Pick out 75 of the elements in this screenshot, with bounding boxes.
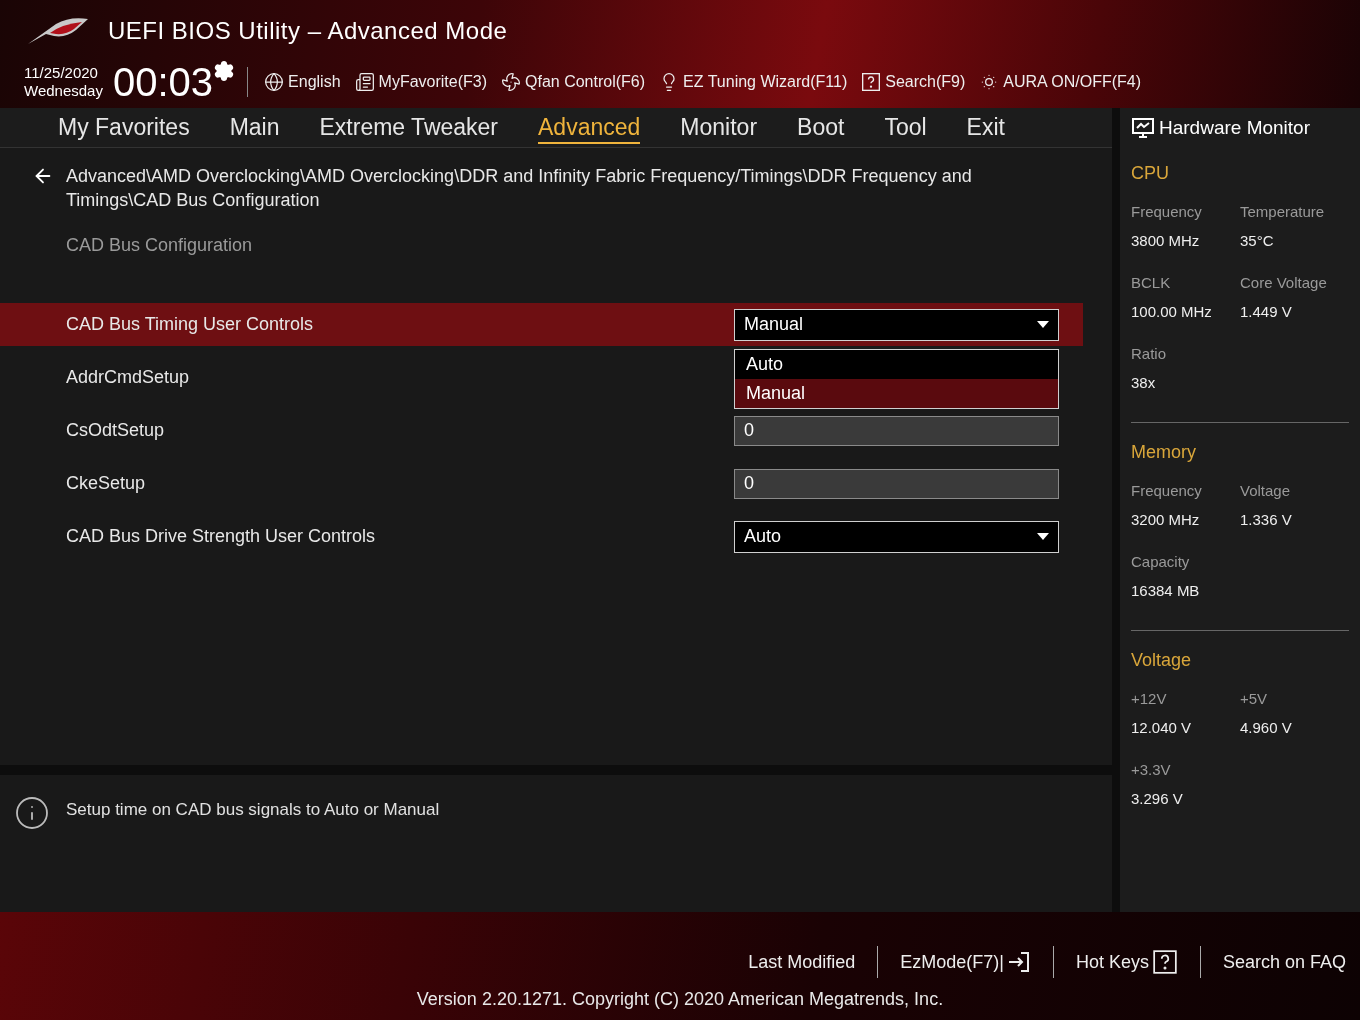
toolbar-button[interactable]: Qfan Control(F6) <box>501 70 646 94</box>
list-icon <box>354 72 375 92</box>
help-icon <box>861 72 882 92</box>
footer-link[interactable]: Search on FAQ <box>1222 948 1346 976</box>
toolbar-button[interactable]: English <box>264 70 341 94</box>
version-text: Version 2.20.1271. Copyright (C) 2020 American Megatrends, Inc. <box>416 988 944 1011</box>
date-text: 11/25/2020 <box>24 64 99 82</box>
footer-link[interactable]: EzMode(F7)| <box>900 948 1031 976</box>
metric-label: Core Voltage <box>1240 273 1328 293</box>
footer-link[interactable]: Last Modified <box>748 948 856 976</box>
breadcrumb: Advanced\AMD Overclocking\AMD Overclocking\DDR and Infinity Fabric Frequency/Timings\DDR Frequency and Timings\CAD Bus Configuration <box>66 165 973 212</box>
globe-icon <box>264 72 285 92</box>
tab[interactable]: Extreme Tweaker <box>319 111 499 144</box>
caret-icon <box>1037 321 1049 328</box>
section-heading: Voltage <box>1131 649 1193 672</box>
metric-label: Voltage <box>1240 481 1292 501</box>
metric-label: Frequency <box>1131 202 1203 222</box>
highlighted-row[interactable]: CAD Bus Timing User Controls Manual <box>0 303 1083 346</box>
dropdown[interactable]: Auto <box>734 520 1059 553</box>
day-text: Wednesday <box>24 82 103 100</box>
metric-label: Ratio <box>1131 344 1168 364</box>
metric-label: Capacity <box>1131 552 1191 572</box>
section-title: CAD Bus Configuration <box>65 234 254 257</box>
toolbar-button[interactable]: EZ Tuning Wizard(F11) <box>659 70 848 94</box>
window-title: UEFI BIOS Utility – Advanced Mode <box>108 16 508 46</box>
dropdown-option[interactable]: Auto <box>735 350 1058 379</box>
metric-value: 4.960 V <box>1240 717 1293 738</box>
help-icon <box>1151 949 1178 975</box>
settings-icon[interactable] <box>213 60 236 82</box>
fan-icon <box>501 72 521 92</box>
toolbar-button[interactable]: Search(F9) <box>861 70 966 94</box>
metric-value: 3800 MHz <box>1131 230 1201 251</box>
metric-value: 38x <box>1131 372 1157 393</box>
clock-text: 00:03 <box>112 62 214 102</box>
toolbar-button[interactable]: MyFavorite(F3) <box>354 70 487 94</box>
section-heading: CPU <box>1131 162 1170 185</box>
metric-value: 1.449 V <box>1240 301 1293 322</box>
metric-value: 35°C <box>1240 230 1275 251</box>
monitor-icon <box>1131 116 1155 140</box>
metric-label: +12V <box>1131 689 1168 709</box>
tab[interactable]: Boot <box>797 111 845 144</box>
exit-icon <box>1006 950 1031 974</box>
metric-value: 1.336 V <box>1240 509 1293 530</box>
tab[interactable]: Tool <box>884 111 927 144</box>
metric-value: 16384 MB <box>1131 580 1201 601</box>
tab[interactable]: My Favorites <box>58 111 190 144</box>
metric-label: Temperature <box>1240 202 1326 222</box>
setting-label[interactable]: AddrCmdSetup <box>66 367 190 387</box>
setting-label[interactable]: CAD Bus Drive Strength User Controls <box>66 526 376 546</box>
caret-icon <box>1037 533 1049 540</box>
setting-label[interactable]: CsOdtSetup <box>66 420 165 440</box>
section-heading: Memory <box>1131 441 1197 464</box>
info-icon <box>14 795 50 831</box>
metric-label: +5V <box>1240 689 1269 709</box>
dropdown[interactable]: Manual <box>734 308 1059 341</box>
toolbar-button[interactable]: AURA ON/OFF(F4) <box>979 70 1142 94</box>
metric-value: 3200 MHz <box>1131 509 1201 530</box>
metric-value: 100.00 MHz <box>1131 301 1213 322</box>
metric-label: +3.3V <box>1131 760 1172 780</box>
help-text: Setup time on CAD bus signals to Auto or Manual <box>66 799 440 821</box>
metric-label: BCLK <box>1131 273 1172 293</box>
tab[interactable]: Monitor <box>680 111 758 144</box>
tab[interactable]: Exit <box>966 111 1005 144</box>
tab[interactable]: Advanced <box>538 111 641 144</box>
footer-link[interactable]: Hot Keys <box>1075 948 1178 976</box>
metric-value: 3.296 V <box>1131 788 1184 809</box>
input-field[interactable]: 0 <box>734 468 1059 499</box>
metric-label: Frequency <box>1131 481 1203 501</box>
tab[interactable]: Main <box>229 111 280 144</box>
setting-label[interactable]: CkeSetup <box>66 473 146 493</box>
panel-title: Hardware Monitor <box>1159 115 1310 140</box>
dropdown-option[interactable]: Manual <box>735 379 1058 408</box>
metric-value: 12.040 V <box>1131 717 1193 738</box>
setting-label[interactable]: CAD Bus Timing User Controls <box>66 314 314 334</box>
input-field[interactable]: 0 <box>734 415 1059 446</box>
